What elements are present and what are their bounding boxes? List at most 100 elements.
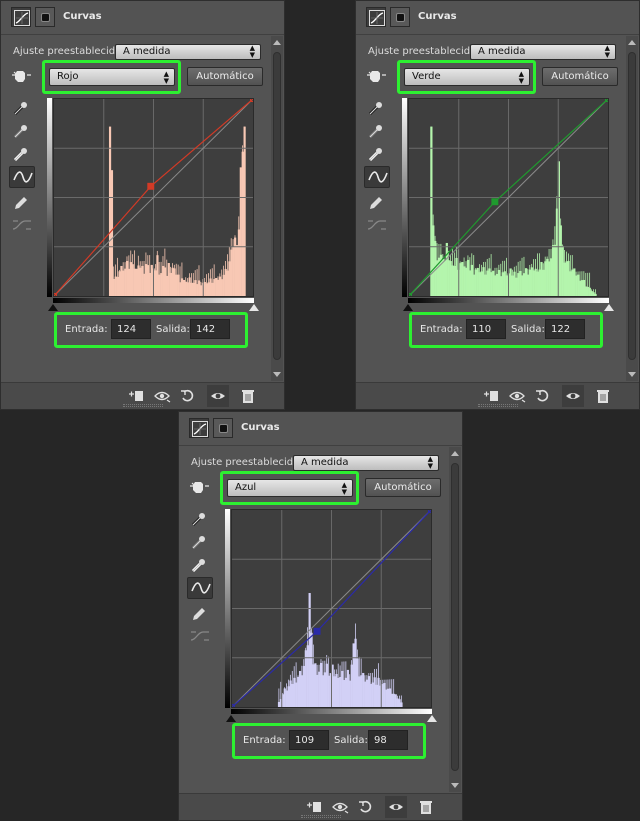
- scrollbar[interactable]: [626, 36, 638, 381]
- channel-select[interactable]: Rojo ▲ ▼: [49, 68, 175, 86]
- black-point-slider[interactable]: [403, 304, 413, 311]
- input-label: Entrada:: [65, 324, 108, 335]
- preset-label: Ajuste preestablecido:: [13, 46, 125, 57]
- curves-adjustment-icon[interactable]: [11, 7, 31, 27]
- auto-button[interactable]: Automático: [187, 67, 263, 86]
- black-point-slider[interactable]: [226, 715, 236, 722]
- scroll-down-icon[interactable]: [628, 372, 636, 377]
- curves-panel-red: Curvas Ajuste preestablecido: A medida ▲…: [0, 0, 285, 410]
- channel-select[interactable]: Azul ▲ ▼: [227, 479, 353, 497]
- input-gradient-ramp: [231, 709, 432, 714]
- eyedropper-white-icon[interactable]: [187, 554, 213, 576]
- updown-icon: ▲ ▼: [249, 44, 255, 59]
- resize-grip[interactable]: [300, 815, 341, 818]
- input-output-group: Entrada: 109 Salida: 98: [232, 723, 426, 759]
- input-output-group: Entrada: 124 Salida: 142: [54, 312, 248, 348]
- scroll-thumb[interactable]: [451, 463, 459, 771]
- output-gradient-ramp: [402, 98, 407, 297]
- on-image-adjust-tool[interactable]: [364, 65, 390, 87]
- output-field[interactable]: 122: [545, 319, 585, 339]
- curves-adjustment-icon[interactable]: [366, 7, 386, 27]
- curve-graph[interactable]: [408, 98, 609, 297]
- scroll-up-icon[interactable]: [451, 451, 459, 456]
- scroll-down-icon[interactable]: [273, 372, 281, 377]
- eyedropper-white-icon[interactable]: [9, 143, 35, 165]
- preset-value: A medida: [301, 457, 349, 468]
- scroll-up-icon[interactable]: [273, 40, 281, 45]
- pencil-icon[interactable]: [187, 603, 213, 625]
- eyedropper-black-icon[interactable]: [9, 97, 35, 119]
- input-field[interactable]: 124: [111, 319, 151, 339]
- black-point-slider[interactable]: [48, 304, 58, 311]
- eyedropper-gray-icon[interactable]: [187, 531, 213, 553]
- layer-mask-icon[interactable]: [213, 418, 233, 438]
- auto-button[interactable]: Automático: [365, 478, 441, 497]
- eyedropper-white-icon[interactable]: [364, 143, 390, 165]
- scrollbar[interactable]: [271, 36, 283, 381]
- curve-graph[interactable]: [53, 98, 254, 297]
- on-image-adjust-tool[interactable]: [9, 65, 35, 87]
- white-point-slider[interactable]: [249, 304, 259, 311]
- visibility-eye-icon[interactable]: [385, 796, 407, 818]
- reset-icon[interactable]: [355, 796, 377, 818]
- preset-select[interactable]: A medida ▲ ▼: [293, 455, 439, 471]
- white-point-slider[interactable]: [604, 304, 614, 311]
- scroll-thumb[interactable]: [628, 52, 636, 360]
- curve-edit-icon[interactable]: [9, 166, 35, 188]
- eyedropper-black-icon[interactable]: [364, 97, 390, 119]
- eyedropper-black-icon[interactable]: [187, 508, 213, 530]
- on-image-adjust-tool[interactable]: [187, 476, 213, 498]
- trash-icon[interactable]: [415, 796, 437, 818]
- curve-graph[interactable]: [231, 509, 432, 708]
- reset-icon[interactable]: [532, 385, 554, 407]
- curve-control-point: [491, 198, 499, 206]
- input-output-group: Entrada: 110 Salida: 122: [409, 312, 603, 348]
- visibility-eye-icon[interactable]: [207, 385, 229, 407]
- curve-edit-icon[interactable]: [364, 166, 390, 188]
- smooth-curve-icon[interactable]: [364, 215, 390, 237]
- preset-select[interactable]: A medida ▲ ▼: [115, 44, 261, 60]
- pencil-icon[interactable]: [364, 192, 390, 214]
- scrollbar[interactable]: [449, 447, 461, 792]
- output-field[interactable]: 98: [368, 730, 408, 750]
- curves-panel-green: Curvas Ajuste preestablecido: A medida ▲…: [355, 0, 640, 410]
- input-label: Entrada:: [243, 735, 286, 746]
- layer-mask-icon[interactable]: [35, 7, 55, 27]
- eyedropper-gray-icon[interactable]: [9, 120, 35, 142]
- output-gradient-ramp: [225, 509, 230, 708]
- resize-grip[interactable]: [122, 404, 163, 407]
- output-label: Salida:: [334, 735, 368, 746]
- panel-title: Curvas: [63, 11, 102, 22]
- resize-grip[interactable]: [477, 404, 518, 407]
- curve-edit-icon[interactable]: [187, 577, 213, 599]
- panel-header: Curvas: [356, 1, 639, 35]
- input-field[interactable]: 110: [466, 319, 506, 339]
- smooth-curve-icon[interactable]: [187, 626, 213, 648]
- trash-icon[interactable]: [237, 385, 259, 407]
- smooth-curve-icon[interactable]: [9, 215, 35, 237]
- updown-icon: ▲ ▼: [604, 44, 610, 59]
- scroll-thumb[interactable]: [273, 52, 281, 360]
- pencil-icon[interactable]: [9, 192, 35, 214]
- curves-adjustment-icon[interactable]: [189, 418, 209, 438]
- output-gradient-ramp: [47, 98, 52, 297]
- panel-header: Curvas: [1, 1, 284, 35]
- channel-value: Azul: [235, 482, 257, 493]
- scroll-down-icon[interactable]: [451, 783, 459, 788]
- updown-icon: ▲ ▼: [341, 481, 347, 496]
- auto-button[interactable]: Automático: [542, 67, 618, 86]
- output-field[interactable]: 142: [190, 319, 230, 339]
- visibility-eye-icon[interactable]: [562, 385, 584, 407]
- eyedropper-gray-icon[interactable]: [364, 120, 390, 142]
- trash-icon[interactable]: [592, 385, 614, 407]
- output-label: Salida:: [156, 324, 190, 335]
- preset-select[interactable]: A medida ▲ ▼: [470, 44, 616, 60]
- scroll-up-icon[interactable]: [628, 40, 636, 45]
- output-label: Salida:: [511, 324, 545, 335]
- channel-select[interactable]: Verde ▲ ▼: [404, 68, 530, 86]
- input-field[interactable]: 109: [289, 730, 329, 750]
- white-point-slider[interactable]: [427, 715, 437, 722]
- channel-value: Rojo: [57, 71, 79, 82]
- layer-mask-icon[interactable]: [390, 7, 410, 27]
- reset-icon[interactable]: [177, 385, 199, 407]
